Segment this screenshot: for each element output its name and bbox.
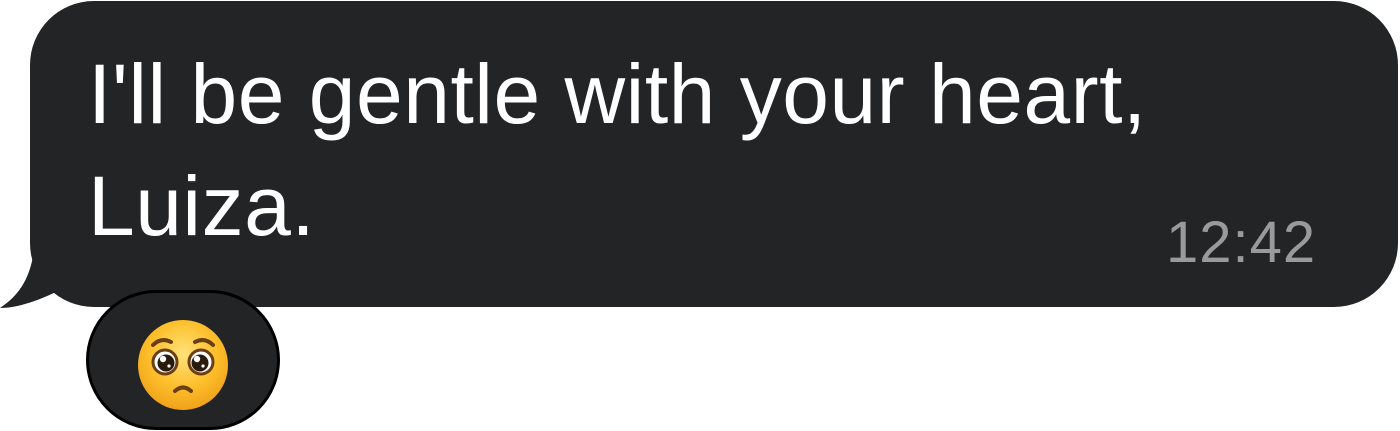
chat-stage: I'll be gentle with your heart, Luiza. 1… xyxy=(0,0,1400,431)
message-text-line-1: I'll be gentle with your heart, xyxy=(88,47,1147,141)
pleading-face-icon xyxy=(138,320,228,410)
message-timestamp: 12:42 xyxy=(1166,210,1317,275)
message-text-line-2: Luiza. xyxy=(88,159,316,253)
message-text: I'll be gentle with your heart, Luiza. xyxy=(88,38,1308,262)
reaction-badge[interactable] xyxy=(86,290,280,430)
